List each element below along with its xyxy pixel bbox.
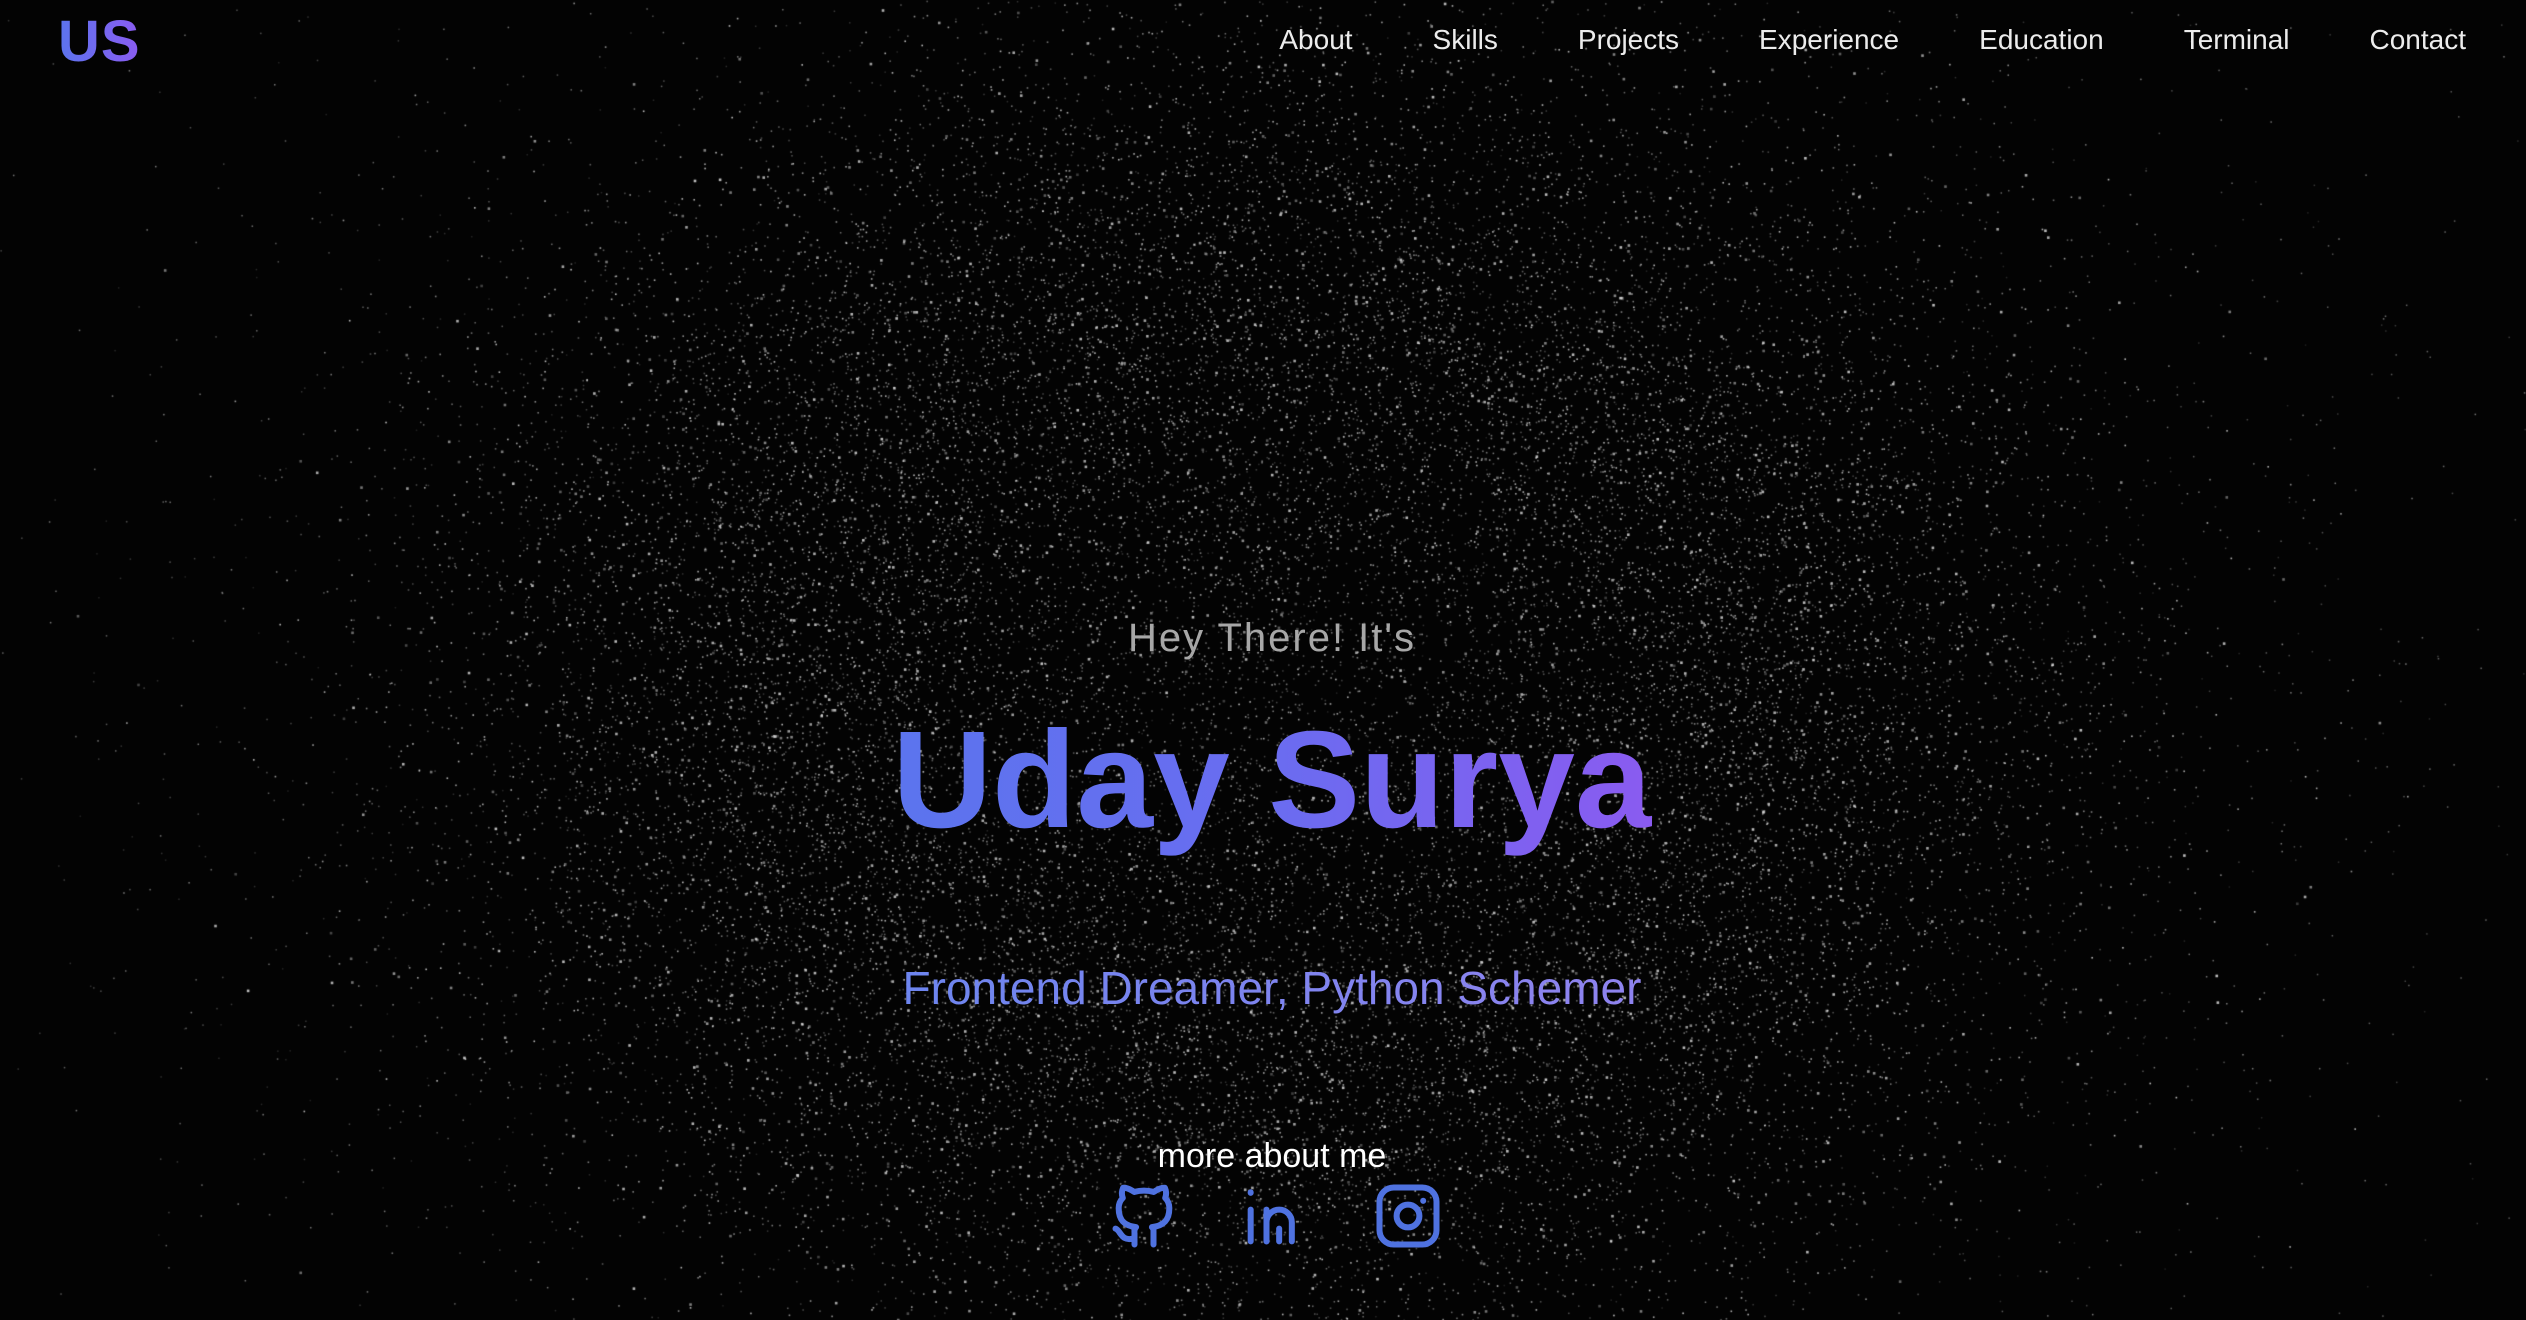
more-about-me-label: more about me: [1157, 1137, 1387, 1175]
nav-experience[interactable]: Experience: [1759, 18, 1899, 62]
nav-about[interactable]: About: [1279, 18, 1352, 62]
social-links: [1106, 1178, 1446, 1254]
hero-name: Uday Surya: [0, 700, 2526, 860]
github-icon: [1112, 1184, 1173, 1248]
github-link[interactable]: [1106, 1178, 1182, 1254]
nav-contact[interactable]: Contact: [2370, 18, 2467, 62]
site-logo[interactable]: US: [58, 6, 141, 78]
main-nav: About Skills Projects Experience Educati…: [1279, 18, 2466, 62]
hero-tagline: Frontend Dreamer, Python Schemer: [0, 956, 2526, 1020]
hero-greeting: Hey There! It's: [1127, 616, 1417, 660]
nav-education[interactable]: Education: [1979, 18, 2104, 62]
hero-section: US About Skills Projects Experience Educ…: [0, 0, 2526, 1320]
linkedin-icon: [1247, 1189, 1295, 1245]
instagram-link[interactable]: [1370, 1178, 1446, 1254]
nav-terminal[interactable]: Terminal: [2184, 18, 2290, 62]
hero-name-text: Uday Surya: [892, 703, 1652, 857]
nav-projects[interactable]: Projects: [1578, 18, 1679, 62]
nav-skills[interactable]: Skills: [1433, 18, 1498, 62]
linkedin-link[interactable]: [1238, 1178, 1314, 1254]
hero-tagline-text: Frontend Dreamer, Python Schemer: [902, 962, 1642, 1014]
instagram-icon: [1376, 1184, 1440, 1248]
